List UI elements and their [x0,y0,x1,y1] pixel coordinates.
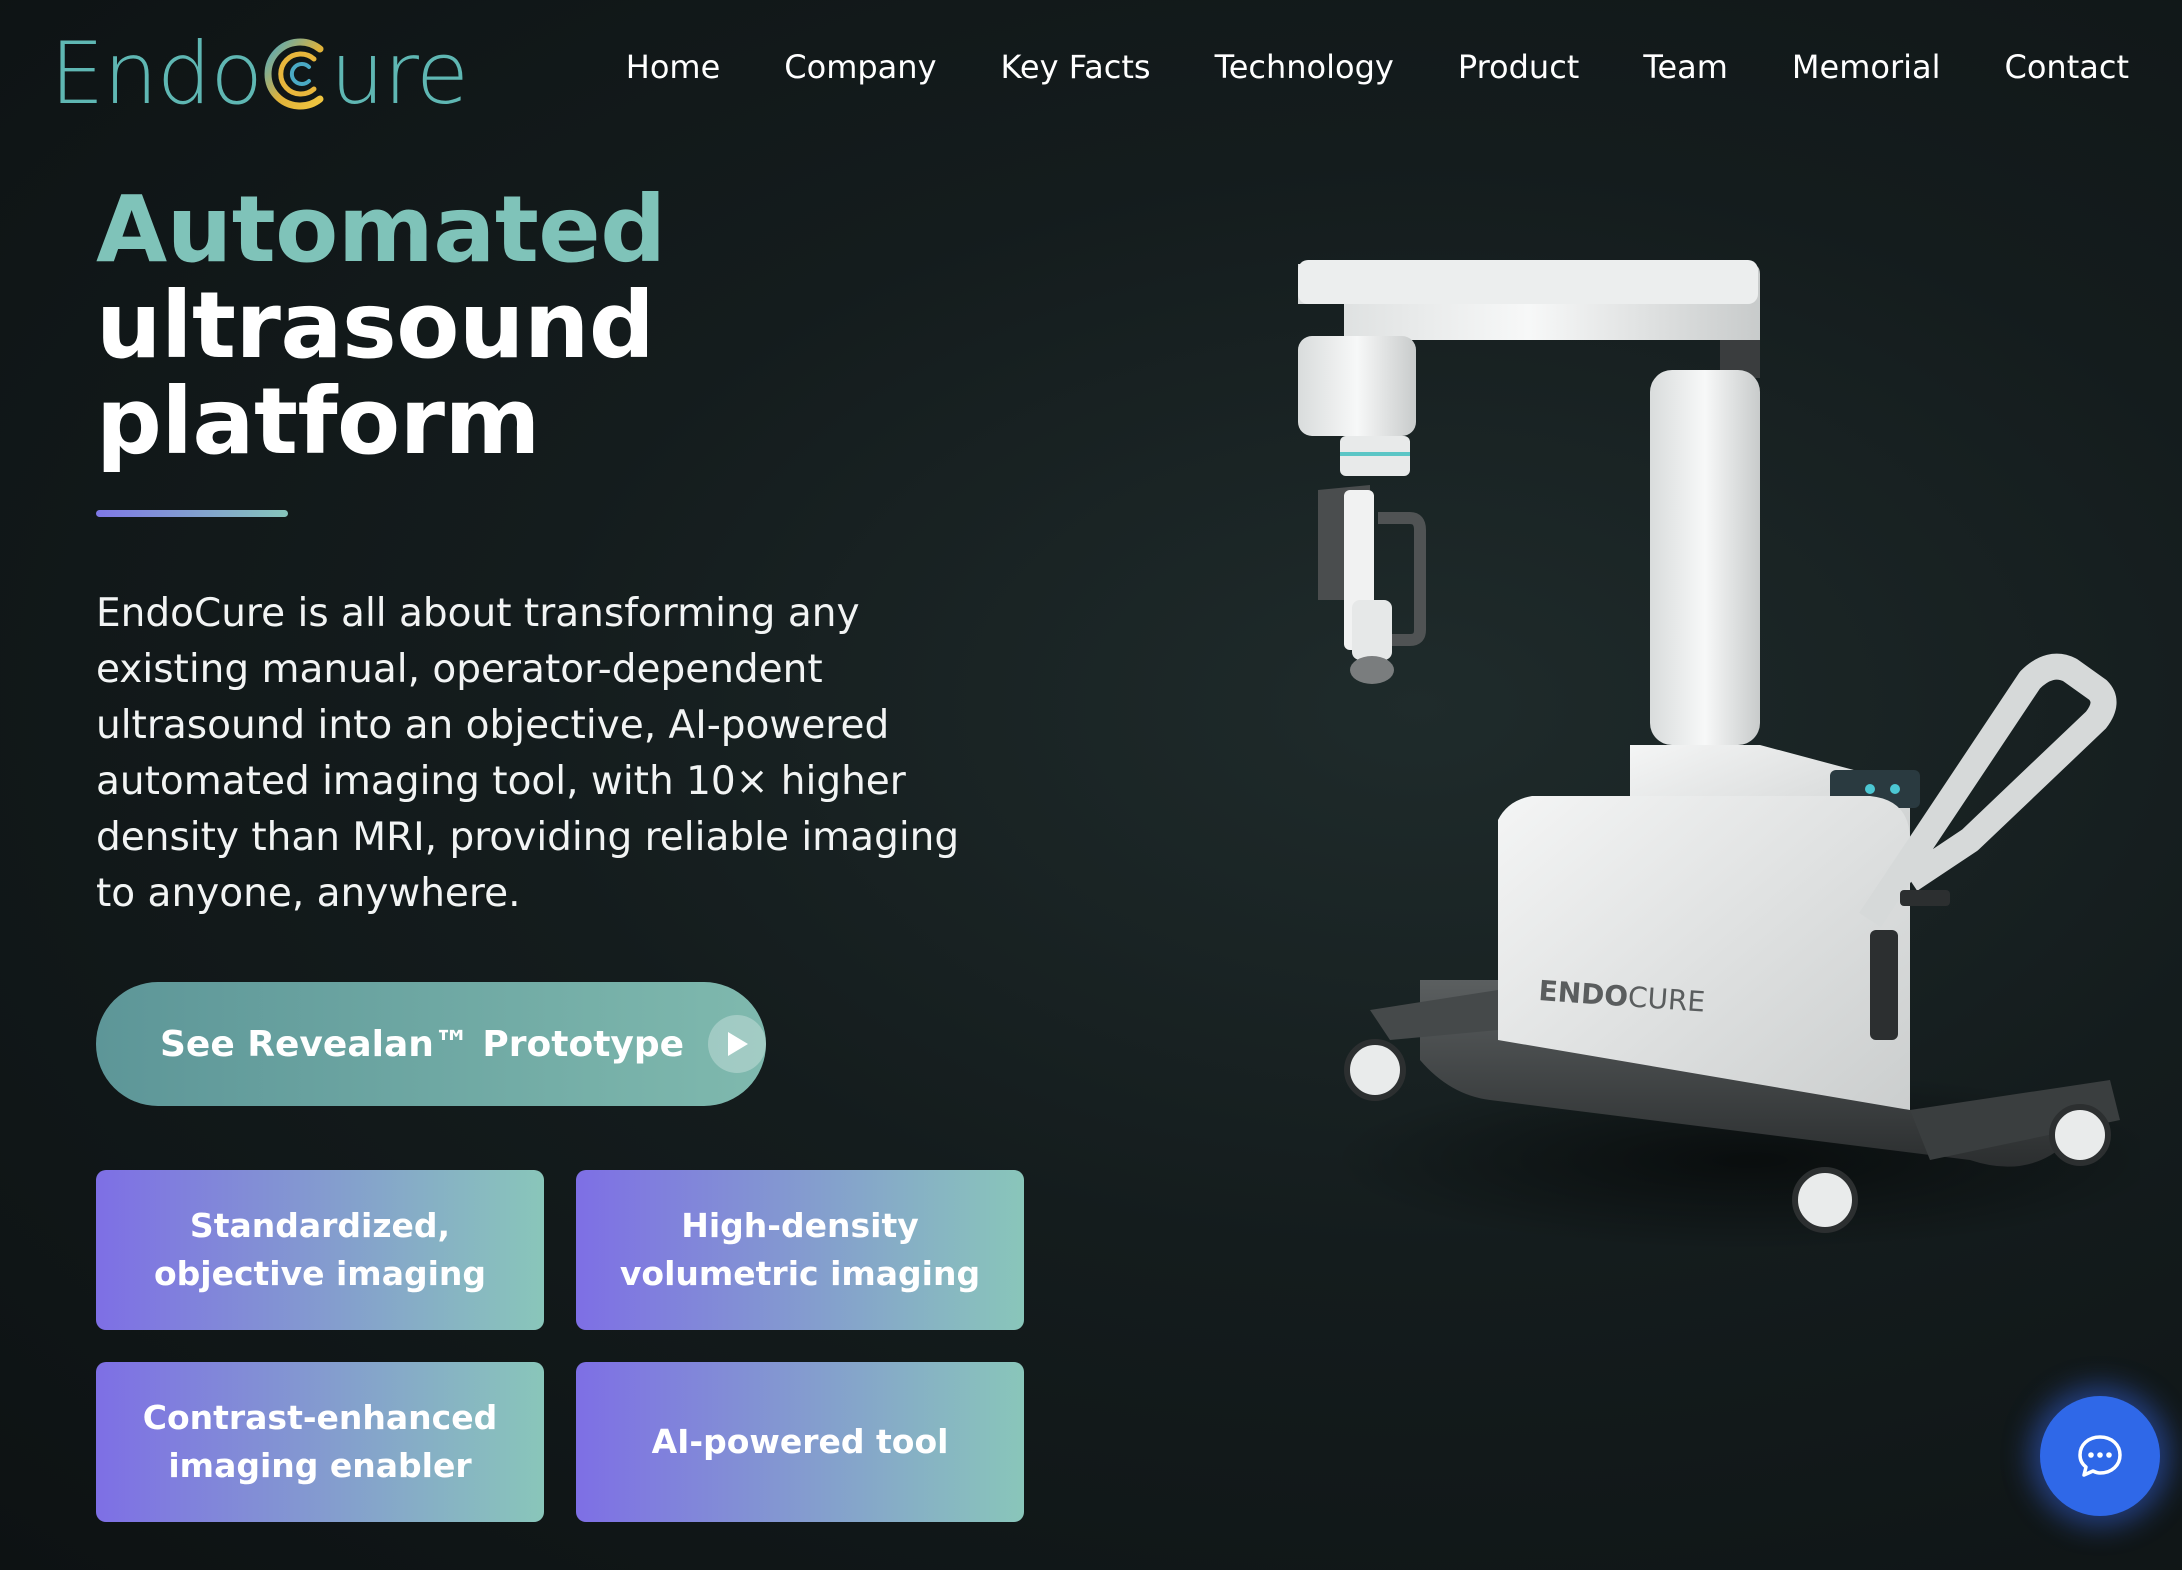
play-icon [708,1015,766,1073]
logo-text-start: Endo [50,24,263,124]
feature-grid: Standardized, objective imaging High-den… [96,1170,1024,1522]
nav-contact[interactable]: Contact [2005,48,2130,86]
chat-bubble-icon [2078,1435,2122,1477]
nav-technology[interactable]: Technology [1215,48,1394,86]
feature-card-ai: AI-powered tool [576,1362,1024,1522]
feature-label: Standardized, objective imaging [153,1206,487,1293]
logo-wordmark: Endo ure [50,24,469,124]
feature-label: AI-powered tool [651,1422,949,1461]
feature-card-contrast: Contrast-enhanced imaging enabler [96,1362,544,1522]
nav-home[interactable]: Home [626,48,721,86]
nav-key-facts[interactable]: Key Facts [1001,48,1151,86]
hero-title-line1: Automated [96,176,666,283]
logo[interactable]: Endo ure [50,24,469,124]
main-nav: Home Company Key Facts Technology Produc… [626,48,2129,86]
hero-title-line3: platform [96,368,540,475]
product-device-image: ENDOCURE [1298,260,2140,1250]
hero-title-line2: ultrasound [96,272,655,379]
nav-company[interactable]: Company [784,48,936,86]
nav-memorial[interactable]: Memorial [1792,48,1941,86]
feature-card-standardized: Standardized, objective imaging [96,1170,544,1330]
see-prototype-button[interactable]: See Revealan™ Prototype [96,982,766,1106]
logo-text-end: ure [330,24,469,124]
logo-swirl-icon [264,38,324,110]
hero-title: Automated ultrasound platform [96,182,666,470]
chat-button[interactable] [2040,1396,2160,1516]
feature-card-high-density: High-density volumetric imaging [576,1170,1024,1330]
hero-description: EndoCure is all about transforming any e… [96,591,960,916]
feature-label: Contrast-enhanced imaging enabler [142,1398,498,1485]
nav-product[interactable]: Product [1458,48,1580,86]
nav-team[interactable]: Team [1643,48,1728,86]
cta-label: See Revealan™ Prototype [160,1023,685,1065]
feature-label: High-density volumetric imaging [619,1206,981,1293]
title-underline [96,510,288,517]
